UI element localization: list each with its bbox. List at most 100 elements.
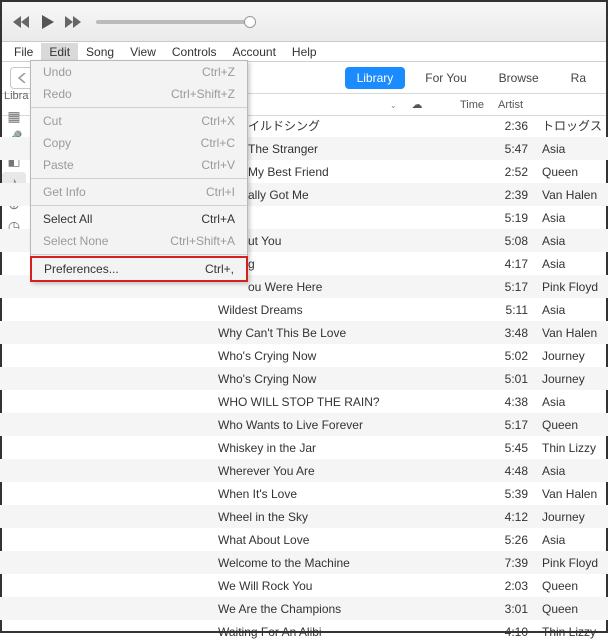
song-name: Who Wants to Live Forever (218, 418, 472, 432)
song-row[interactable]: Welcome to the Machine7:39Pink Floyd (0, 551, 608, 574)
tab-radio[interactable]: Ra (559, 67, 598, 89)
song-name: Who's Crying Now (218, 349, 472, 363)
song-time: 5:01 (472, 372, 538, 386)
col-time[interactable]: Time (432, 99, 492, 111)
song-artist: Asia (538, 234, 608, 248)
song-time: 5:26 (472, 533, 538, 547)
menu-controls[interactable]: Controls (164, 43, 225, 61)
menu-bar: File Edit Song View Controls Account Hel… (2, 42, 606, 62)
song-artist: Asia (538, 533, 608, 547)
song-row[interactable]: We Will Rock You2:03Queen (0, 574, 608, 597)
menu-preferences[interactable]: Preferences...Ctrl+, (30, 256, 248, 282)
song-name: We Will Rock You (218, 579, 472, 593)
menu-edit[interactable]: Edit (41, 43, 78, 61)
song-row[interactable]: Wherever You Are4:48Asia (0, 459, 608, 482)
song-row[interactable]: Who Wants to Live Forever5:17Queen (0, 413, 608, 436)
song-artist: Queen (538, 418, 608, 432)
menu-get-info[interactable]: Get InfoCtrl+I (31, 181, 247, 203)
menu-view[interactable]: View (122, 43, 164, 61)
song-artist: Asia (538, 257, 608, 271)
tab-for-you[interactable]: For You (413, 67, 478, 89)
menu-cut[interactable]: CutCtrl+X (31, 110, 247, 132)
song-row[interactable]: When It's Love5:39Van Halen (0, 482, 608, 505)
song-time: 2:36 (472, 119, 538, 133)
song-name: What About Love (218, 533, 472, 547)
col-artist[interactable]: Artist (492, 99, 606, 111)
song-time: 4:48 (472, 464, 538, 478)
song-name: The Stranger (248, 142, 472, 156)
cloud-icon: ☁ (412, 99, 423, 111)
song-artist: Queen (538, 602, 608, 616)
song-artist: Van Halen (538, 487, 608, 501)
song-name: ut You (248, 234, 472, 248)
volume-knob[interactable] (244, 16, 256, 28)
song-time: 3:01 (472, 602, 538, 616)
song-time: 2:03 (472, 579, 538, 593)
song-time: 4:10 (472, 625, 538, 639)
song-artist: Asia (538, 464, 608, 478)
next-icon[interactable] (62, 11, 84, 33)
sidebar-library-label: Libra (2, 82, 30, 104)
song-row[interactable]: Waiting For An Alibi4:10Thin Lizzy (0, 620, 608, 643)
song-time: 2:52 (472, 165, 538, 179)
song-time: 5:45 (472, 441, 538, 455)
song-row[interactable]: WHO WILL STOP THE RAIN?4:38Asia (0, 390, 608, 413)
menu-file[interactable]: File (6, 43, 41, 61)
menu-select-all[interactable]: Select AllCtrl+A (31, 208, 247, 230)
menu-paste[interactable]: PasteCtrl+V (31, 154, 247, 176)
song-row[interactable]: Wheel in the Sky4:12Journey (0, 505, 608, 528)
menu-select-none[interactable]: Select NoneCtrl+Shift+A (31, 230, 247, 252)
separator (31, 107, 247, 108)
song-name: Why Can't This Be Love (218, 326, 472, 340)
separator (31, 205, 247, 206)
song-row[interactable]: We Are the Champions3:01Queen (0, 597, 608, 620)
song-time: 5:02 (472, 349, 538, 363)
song-artist: Journey (538, 372, 608, 386)
song-name: Welcome to the Machine (218, 556, 472, 570)
play-icon[interactable] (36, 11, 58, 33)
song-name: WHO WILL STOP THE RAIN? (218, 395, 472, 409)
menu-copy[interactable]: CopyCtrl+C (31, 132, 247, 154)
song-artist: Queen (538, 165, 608, 179)
song-artist: トロッグス (538, 117, 608, 134)
tab-library[interactable]: Library (345, 67, 406, 89)
song-artist: Asia (538, 303, 608, 317)
song-time: 5:39 (472, 487, 538, 501)
song-artist: Asia (538, 211, 608, 225)
song-name: My Best Friend (248, 165, 472, 179)
menu-help[interactable]: Help (284, 43, 325, 61)
menu-song[interactable]: Song (78, 43, 122, 61)
song-row[interactable]: Whiskey in the Jar5:45Thin Lizzy (0, 436, 608, 459)
song-name: Whiskey in the Jar (218, 441, 472, 455)
song-name: Who's Crying Now (218, 372, 472, 386)
song-name: イルドシング (248, 117, 472, 134)
song-artist: Asia (538, 142, 608, 156)
song-row[interactable]: What About Love5:26Asia (0, 528, 608, 551)
song-time: 5:17 (472, 280, 538, 294)
menu-redo[interactable]: RedoCtrl+Shift+Z (31, 83, 247, 105)
separator (31, 178, 247, 179)
song-artist: Pink Floyd (538, 280, 608, 294)
menu-undo[interactable]: UndoCtrl+Z (31, 61, 247, 83)
menu-account[interactable]: Account (225, 43, 284, 61)
song-time: 5:17 (472, 418, 538, 432)
col-cloud[interactable]: ☁ (402, 98, 432, 111)
song-artist: Thin Lizzy (538, 625, 608, 639)
song-row[interactable]: Why Can't This Be Love3:48Van Halen (0, 321, 608, 344)
prev-icon[interactable] (10, 11, 32, 33)
volume-slider[interactable] (96, 20, 256, 24)
song-time: 5:47 (472, 142, 538, 156)
song-row[interactable]: Who's Crying Now5:01Journey (0, 367, 608, 390)
song-row[interactable]: Who's Crying Now5:02Journey (0, 344, 608, 367)
song-time: 3:48 (472, 326, 538, 340)
song-time: 4:17 (472, 257, 538, 271)
song-name: ou Were Here (248, 280, 472, 294)
song-time: 4:12 (472, 510, 538, 524)
tab-browse[interactable]: Browse (487, 67, 551, 89)
song-row[interactable]: Wildest Dreams5:11Asia (0, 298, 608, 321)
song-time: 5:19 (472, 211, 538, 225)
song-artist: Van Halen (538, 188, 608, 202)
song-name: g (248, 257, 472, 271)
song-name: Wherever You Are (218, 464, 472, 478)
song-time: 5:08 (472, 234, 538, 248)
